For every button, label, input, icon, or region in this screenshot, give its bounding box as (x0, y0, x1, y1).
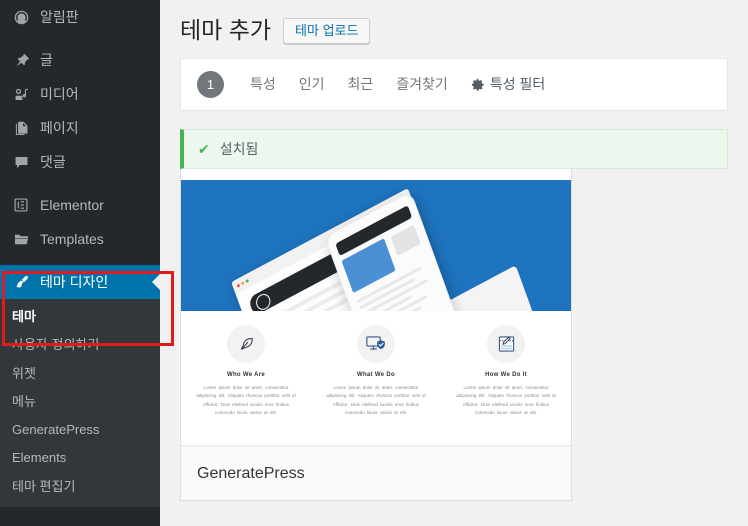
tab-favorites[interactable]: 즐겨찾기 (396, 77, 448, 91)
sidebar-item-label: 미디어 (40, 86, 79, 102)
theme-count-badge: 1 (197, 70, 224, 98)
page-header: 테마 추가 테마 업로드 (160, 0, 748, 56)
feather-icon (227, 325, 265, 363)
theme-card-generatepress[interactable]: Who We Are Lorem ipsum dolor sit amet, c… (180, 165, 572, 501)
theme-screenshot-features: Who We Are Lorem ipsum dolor sit amet, c… (181, 311, 571, 445)
sidebar-item-label: Elementor (40, 197, 104, 213)
submenu-item-elements[interactable]: Elements (0, 444, 160, 472)
sidebar-item-label: 댓글 (40, 154, 66, 170)
feature-column-what-we-do: What We Do Lorem ipsum dolor sit amet, c… (318, 325, 435, 445)
phone-mockup-icon (324, 191, 466, 311)
submenu-item-generatepress[interactable]: GeneratePress (0, 416, 160, 444)
submenu-item-label: 위젯 (12, 365, 36, 381)
submenu-item-label: Elements (12, 450, 67, 466)
submenu-item-label: GeneratePress (12, 422, 100, 437)
installed-notice: ✔ 설치됨 (180, 128, 728, 169)
feature-body: Lorem ipsum dolor sit amet, consectetur … (326, 385, 426, 415)
theme-card-footer: GeneratePress (181, 446, 571, 500)
submenu-item-label: 테마 (12, 309, 36, 324)
elementor-icon (11, 195, 31, 215)
sidebar-item-appearance[interactable]: 테마 디자인 (0, 265, 160, 299)
admin-sidebar: 알림판 글 미디어 페이지 댓글 Elementor Templates 테마 … (0, 0, 160, 526)
comment-icon (11, 152, 31, 172)
feature-title: Who We Are (226, 372, 265, 378)
sidebar-item-label: 알림판 (40, 9, 79, 25)
main-content: 테마 추가 테마 업로드 1 특성 인기 최근 즐겨찾기 특성 필터 ✔ 설치됨 (160, 0, 748, 526)
sidebar-menu: 알림판 글 미디어 페이지 댓글 Elementor Templates 테마 … (0, 0, 160, 507)
sidebar-item-pages[interactable]: 페이지 (0, 111, 160, 145)
sidebar-item-comments[interactable]: 댓글 (0, 145, 160, 179)
pin-icon (11, 50, 31, 70)
sidebar-item-elementor[interactable]: Elementor (0, 188, 160, 222)
sidebar-separator (0, 34, 160, 43)
appearance-submenu: 테마 사용자 정의하기 위젯 메뉴 GeneratePress Elements… (0, 299, 160, 507)
page-icon (11, 118, 31, 138)
tab-popular[interactable]: 인기 (299, 77, 325, 91)
feature-column-who-we-are: Who We Are Lorem ipsum dolor sit amet, c… (188, 325, 305, 445)
page-title: 테마 추가 (180, 17, 272, 43)
sidebar-item-label: 글 (40, 52, 53, 68)
submenu-item-theme-editor[interactable]: 테마 편집기 (0, 473, 160, 501)
feature-title: What We Do (357, 372, 395, 378)
folder-icon (11, 229, 31, 249)
sidebar-item-dashboard[interactable]: 알림판 (0, 0, 160, 34)
sidebar-item-label: 테마 디자인 (40, 274, 109, 290)
sidebar-item-label: Templates (40, 231, 104, 247)
feature-body: Lorem ipsum dolor sit amet, consectetur … (456, 385, 556, 415)
submenu-item-customize[interactable]: 사용자 정의하기 (0, 331, 160, 359)
monitor-shield-icon (357, 325, 395, 363)
media-icon (11, 84, 31, 104)
feature-filter-button[interactable]: 특성 필터 (471, 77, 545, 91)
document-edit-icon (487, 325, 525, 363)
submenu-item-label: 사용자 정의하기 (12, 337, 100, 353)
upload-theme-button[interactable]: 테마 업로드 (283, 17, 371, 44)
paintbrush-icon (11, 272, 31, 292)
active-arrow-icon (152, 274, 160, 290)
tab-latest[interactable]: 최근 (348, 77, 374, 91)
theme-screenshot: Who We Are Lorem ipsum dolor sit amet, c… (181, 180, 571, 446)
theme-screenshot-hero (181, 180, 571, 311)
dashboard-icon (11, 7, 31, 27)
check-icon: ✔ (198, 140, 210, 157)
sidebar-item-label: 페이지 (40, 120, 79, 136)
sidebar-separator (0, 256, 160, 265)
submenu-item-menus[interactable]: 메뉴 (0, 388, 160, 416)
sidebar-item-media[interactable]: 미디어 (0, 77, 160, 111)
gear-icon (471, 78, 484, 91)
installed-notice-text: 설치됨 (219, 140, 259, 157)
sidebar-item-templates[interactable]: Templates (0, 222, 160, 256)
submenu-item-label: 메뉴 (12, 393, 36, 409)
submenu-item-themes[interactable]: 테마 (0, 303, 160, 331)
theme-name: GeneratePress (197, 464, 305, 482)
tab-featured[interactable]: 특성 (250, 77, 276, 91)
feature-title: How We Do It (485, 372, 527, 378)
feature-filter-label: 특성 필터 (489, 76, 546, 93)
submenu-item-label: 테마 편집기 (12, 478, 76, 494)
feature-column-how-we-do-it: How We Do It Lorem ipsum dolor sit amet,… (448, 325, 565, 445)
submenu-item-widgets[interactable]: 위젯 (0, 360, 160, 388)
sidebar-separator (0, 179, 160, 188)
feature-body: Lorem ipsum dolor sit amet, consectetur … (196, 385, 296, 415)
sidebar-item-posts[interactable]: 글 (0, 43, 160, 77)
theme-filter-bar: 1 특성 인기 최근 즐겨찾기 특성 필터 (180, 57, 728, 111)
